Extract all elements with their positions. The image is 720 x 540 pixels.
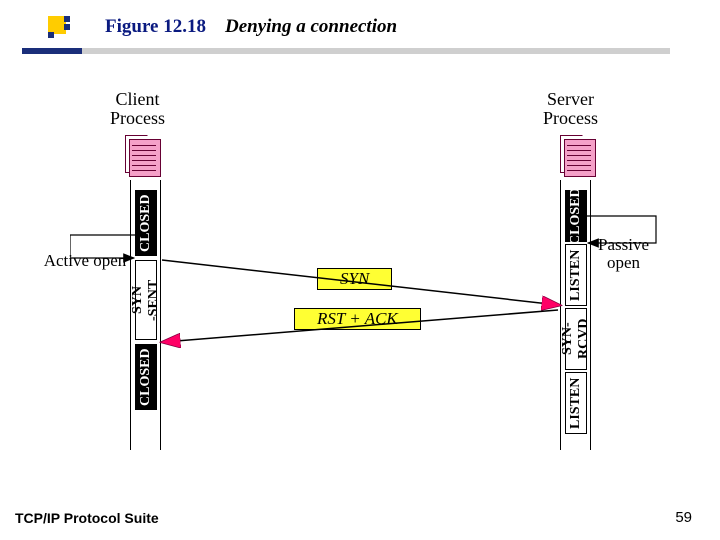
rst-ack-message-label: RST + ACK xyxy=(294,308,421,330)
server-label-line2: Process xyxy=(543,108,598,128)
syn-message-label: SYN xyxy=(317,268,392,290)
passive-open-l2: open xyxy=(607,253,640,272)
figure-title: Denying a connection xyxy=(225,16,397,38)
client-label-line2: Process xyxy=(110,108,165,128)
server-label-line1: Server xyxy=(547,89,594,109)
client-state-closed-1: CLOSED xyxy=(135,190,157,256)
passive-open-label: Passive open xyxy=(598,236,649,272)
server-state-closed: CLOSED xyxy=(565,190,587,242)
client-process-icon xyxy=(125,135,161,177)
server-state-listen-1: LISTEN xyxy=(565,244,587,306)
server-process-icon xyxy=(560,135,596,177)
passive-open-l1: Passive xyxy=(598,235,649,254)
header-rule xyxy=(30,48,670,54)
bullet-icon xyxy=(48,16,70,38)
figure-number: Figure 12.18 xyxy=(105,16,206,38)
server-process-label: Server Process xyxy=(543,90,598,128)
footer-suite: TCP/IP Protocol Suite xyxy=(15,510,159,526)
server-state-listen-2: LISTEN xyxy=(565,372,587,434)
active-open-label: Active open xyxy=(40,252,130,270)
server-state-syn-rcvd: SYN- RCVD xyxy=(565,308,587,370)
client-state-closed-2: CLOSED xyxy=(135,344,157,410)
client-state-syn-sent: SYN -SENT xyxy=(135,260,157,340)
slide-header: Figure 12.18 Denying a connection xyxy=(20,10,700,50)
server-timeline-outer xyxy=(590,180,591,450)
client-label-line1: Client xyxy=(116,89,160,109)
client-process-label: Client Process xyxy=(110,90,165,128)
header-rule-accent xyxy=(22,48,82,54)
server-timeline-inner xyxy=(560,180,561,450)
page-number: 59 xyxy=(675,509,692,526)
sequence-diagram: Client Process Server Process CLOSED SYN… xyxy=(70,90,670,460)
